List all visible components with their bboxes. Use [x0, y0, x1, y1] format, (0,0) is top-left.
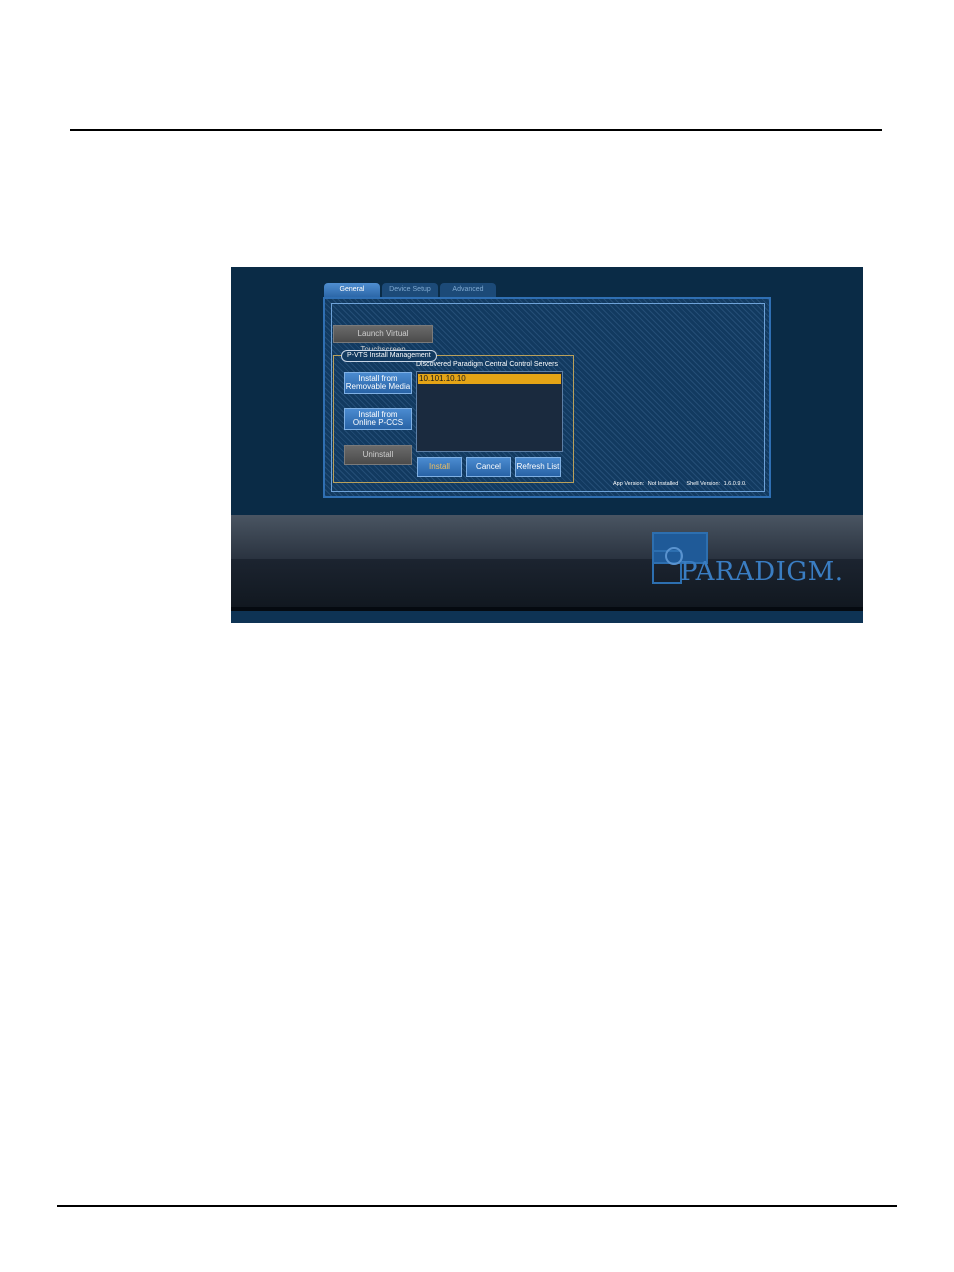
refresh-list-button[interactable]: Refresh List — [515, 457, 561, 477]
shell-version-label: Shell Version: — [686, 481, 721, 487]
app-version-label: App Version: — [613, 481, 645, 487]
shell-version-value: 1.6.0.9.0. — [723, 481, 747, 487]
uninstall-button[interactable]: Uninstall — [344, 445, 412, 465]
tab-advanced[interactable]: Advanced — [440, 283, 496, 297]
install-button[interactable]: Install — [417, 457, 462, 477]
servers-list-title: Discovered Paradigm Central Control Serv… — [416, 361, 558, 368]
servers-listbox[interactable]: 10.101.10.10 — [416, 371, 563, 452]
button-line: Removable Media — [345, 382, 411, 391]
footer-band — [231, 611, 863, 623]
version-info: App Version: Not Installed Shell Version… — [613, 481, 749, 487]
paradigm-logo: PARADIGM. — [650, 530, 845, 588]
install-from-removable-media-button[interactable]: Install from Removable Media — [344, 372, 412, 394]
footer-rule — [57, 1205, 897, 1207]
cancel-button[interactable]: Cancel — [466, 457, 511, 477]
install-from-online-pccs-button[interactable]: Install from Online P-CCS — [344, 408, 412, 430]
application-screenshot: General Device Setup Advanced Launch Vir… — [231, 267, 863, 623]
header-rule — [70, 129, 882, 131]
launch-virtual-touchscreen-button[interactable]: Launch Virtual Touchscreen — [333, 325, 433, 354]
logo-wordmark: PARADIGM. — [680, 557, 844, 587]
tab-general[interactable]: General — [324, 283, 380, 297]
tab-device-setup[interactable]: Device Setup — [382, 283, 438, 297]
button-line: Online P-CCS — [352, 418, 404, 427]
app-version-value: Not Installed — [647, 481, 679, 487]
server-list-item[interactable]: 10.101.10.10 — [418, 374, 561, 384]
